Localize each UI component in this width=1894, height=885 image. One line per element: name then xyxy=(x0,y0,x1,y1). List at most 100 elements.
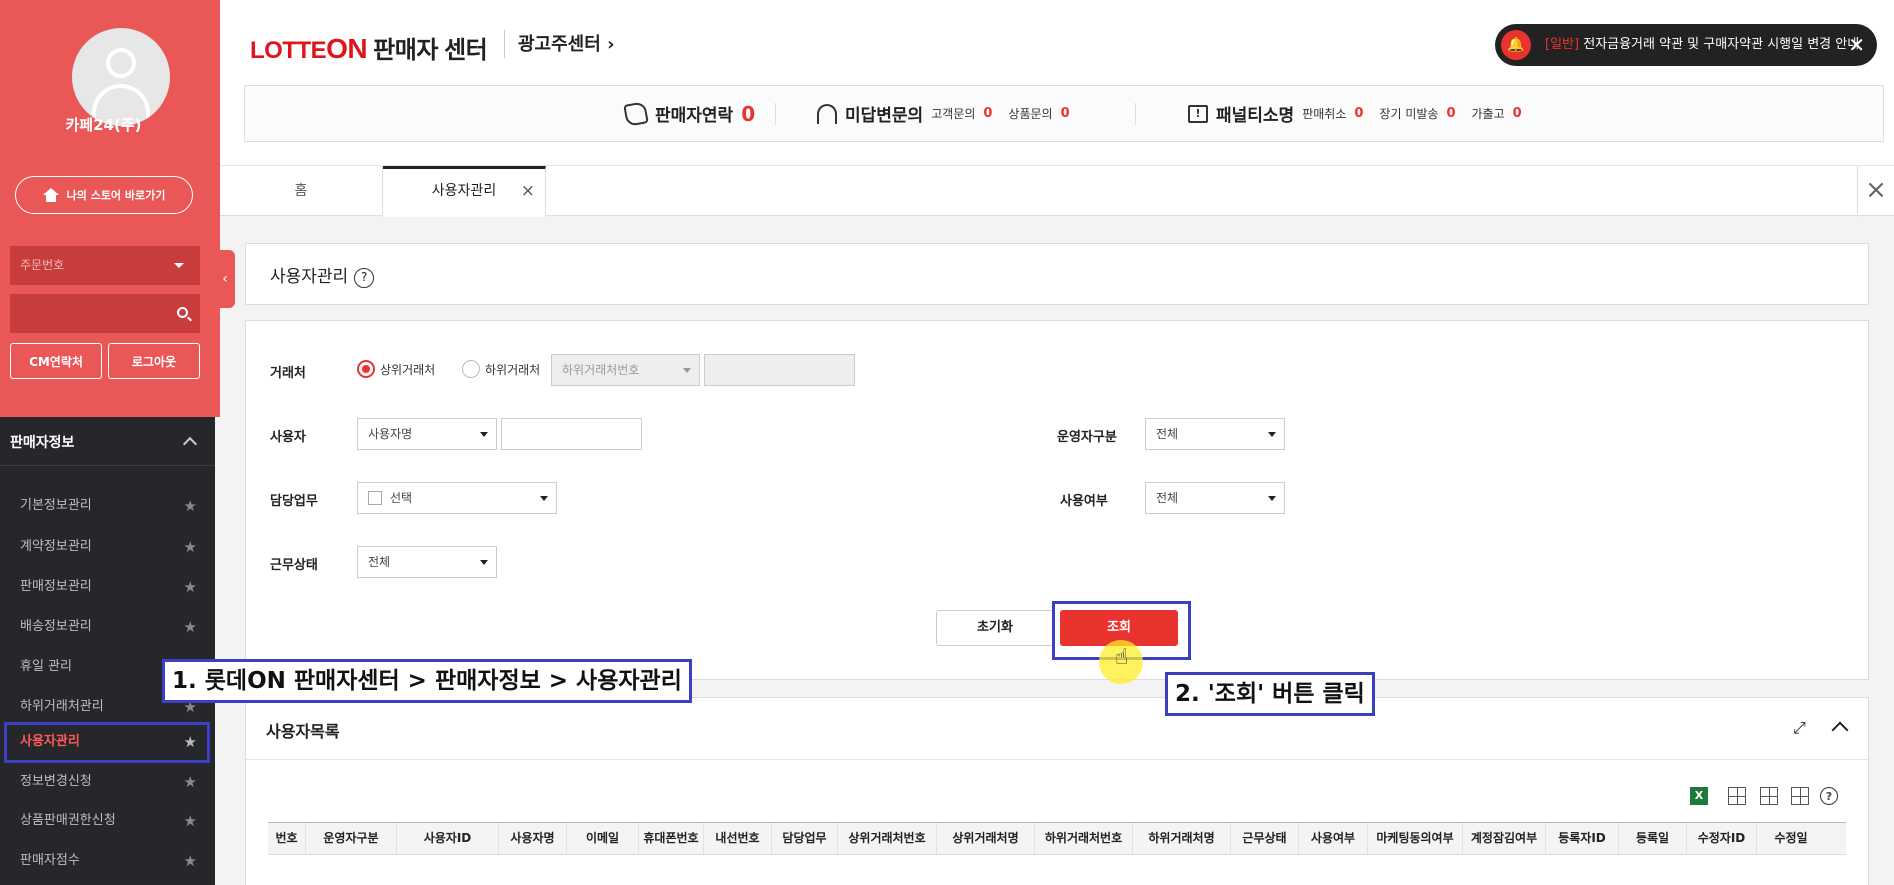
annotation-step1: 1. 롯데ON 판매자센터 > 판매자정보 > 사용자관리 xyxy=(162,659,692,703)
use-status-value: 전체 xyxy=(1156,491,1179,505)
cm-contact-button[interactable]: CM연락처 xyxy=(10,343,102,379)
sidebar-item-seller-score[interactable]: 판매자점수 ★ xyxy=(0,841,215,881)
user-search-type-value: 사용자명 xyxy=(368,427,413,441)
notice-banner[interactable]: 🔔 [일반] 전자금융거래 약관 및 구매자약관 시행일 변경 안내 ✕ xyxy=(1495,24,1877,66)
caret-down-icon xyxy=(683,368,691,373)
sidebar-item-label: 계약정보관리 xyxy=(20,539,92,554)
role-select[interactable]: 선택 xyxy=(357,482,557,514)
column-header[interactable]: 상위거래처명 xyxy=(937,823,1035,854)
annotation-highlight-menu xyxy=(4,722,210,763)
search-icon[interactable] xyxy=(177,307,188,318)
work-status-select[interactable]: 전체 xyxy=(357,546,497,578)
sale-cancel-label: 판매취소 xyxy=(1302,107,1347,121)
expand-icon[interactable]: ⤢ xyxy=(1793,718,1806,738)
tab-label: 사용자관리 xyxy=(431,183,497,199)
star-icon[interactable]: ★ xyxy=(184,486,197,526)
column-header[interactable]: 운영자구분 xyxy=(306,823,397,854)
column-header[interactable]: 등록일 xyxy=(1619,823,1687,854)
star-icon[interactable]: ★ xyxy=(184,607,197,647)
role-select-value: 선택 xyxy=(390,491,413,505)
lotte-on-logo[interactable]: LOTTEON 판매자 센터 xyxy=(250,30,488,65)
column-header[interactable]: 하위거래처번호 xyxy=(1035,823,1133,854)
sidebar-item-delivery-info[interactable]: 배송정보관리 ★ xyxy=(0,607,215,647)
bell-icon: 🔔 xyxy=(1501,30,1531,60)
radio-lower-partner[interactable]: 하위거래처 xyxy=(462,360,540,378)
column-header[interactable]: 번호 xyxy=(268,823,306,854)
column-header[interactable]: 사용자ID xyxy=(397,823,499,854)
lower-partner-placeholder: 하위거래처번호 xyxy=(562,363,640,377)
tab-user-management[interactable]: 사용자관리 × xyxy=(383,166,546,217)
radio-checked-icon xyxy=(357,360,375,378)
sidebar-collapse-button[interactable]: ‹ xyxy=(215,250,235,308)
sidebar-item-info-change[interactable]: 정보변경신청 ★ xyxy=(0,762,215,802)
seller-contact-label: 판매자연락 xyxy=(655,106,734,126)
sidebar-search-type-select[interactable]: 주문번호 xyxy=(10,246,200,285)
sidebar-item-contract-info[interactable]: 계약정보관리 ★ xyxy=(0,527,215,567)
long-unshipped-count: 0 xyxy=(1446,106,1456,121)
sale-cancel-count: 0 xyxy=(1354,106,1364,121)
sidebar-item-basic-info[interactable]: 기본정보관리 ★ xyxy=(0,486,215,526)
sidebar-item-label: 상품판매권한신청 xyxy=(20,813,116,828)
close-icon[interactable]: ✕ xyxy=(1848,24,1865,66)
help-icon[interactable]: ? xyxy=(354,268,375,288)
user-search-input[interactable] xyxy=(501,418,642,450)
ad-center-link[interactable]: 광고주센터 › xyxy=(518,30,614,56)
column-header[interactable]: 휴대폰번호 xyxy=(639,823,704,854)
menu-section-seller-info[interactable]: 판매자정보 xyxy=(0,420,215,466)
column-header[interactable]: 사용자명 xyxy=(499,823,567,854)
column-header[interactable]: 수정일 xyxy=(1757,823,1825,854)
radio-upper-partner[interactable]: 상위거래처 xyxy=(357,360,435,378)
star-icon[interactable]: ★ xyxy=(184,762,197,802)
sidebar-item-sales-info[interactable]: 판매정보관리 ★ xyxy=(0,567,215,607)
lower-partner-name-input[interactable] xyxy=(704,354,855,386)
my-store-button[interactable]: 나의 스토어 바로가기 xyxy=(15,176,193,214)
column-header[interactable]: 하위거래처명 xyxy=(1133,823,1231,854)
column-header[interactable]: 상위거래처번호 xyxy=(838,823,937,854)
star-icon[interactable]: ★ xyxy=(184,527,197,567)
column-header[interactable]: 내선번호 xyxy=(704,823,772,854)
column-header[interactable]: 근무상태 xyxy=(1231,823,1299,854)
sidebar-profile-area: 카페24(주) 나의 스토어 바로가기 주문번호 CM연락처 로그아웃 xyxy=(0,0,220,417)
star-icon[interactable]: ★ xyxy=(184,841,197,881)
grid-settings-icon[interactable] xyxy=(1791,787,1809,805)
excel-download-icon[interactable]: X xyxy=(1690,787,1708,805)
sidebar-item-label: 정보변경신청 xyxy=(20,774,92,789)
reset-button[interactable]: 초기화 xyxy=(936,610,1054,646)
logout-button[interactable]: 로그아웃 xyxy=(108,343,200,379)
work-status-value: 전체 xyxy=(368,555,391,569)
column-header[interactable]: 이메일 xyxy=(567,823,639,854)
user-search-type-select[interactable]: 사용자명 xyxy=(357,418,497,450)
column-header[interactable]: 마케팅동의여부 xyxy=(1368,823,1463,854)
column-lock-icon[interactable] xyxy=(1760,787,1778,805)
fake-shipment-count: 0 xyxy=(1512,106,1522,121)
tab-home[interactable]: 홈 xyxy=(220,166,383,217)
chevron-up-icon xyxy=(182,436,198,452)
radio-upper-label: 상위거래처 xyxy=(380,362,436,377)
sidebar-item-sales-permission[interactable]: 상품판매권한신청 ★ xyxy=(0,801,215,841)
column-header[interactable]: 계정잠김여부 xyxy=(1463,823,1546,854)
operator-type-select[interactable]: 전체 xyxy=(1145,418,1285,450)
unanswered-inquiry-stat[interactable]: 미답변문의 고객문의 0 상품문의 0 xyxy=(817,86,1078,141)
use-status-select[interactable]: 전체 xyxy=(1145,482,1285,514)
lower-partner-number-select[interactable]: 하위거래처번호 xyxy=(551,354,700,386)
column-header[interactable]: 담당업무 xyxy=(772,823,838,854)
penalty-stat[interactable]: ! 패널티소명 판매취소 0 장기 미발송 0 가출고 0 xyxy=(1188,86,1530,141)
star-icon[interactable]: ★ xyxy=(184,567,197,607)
column-header[interactable]: 수정자ID xyxy=(1687,823,1757,854)
help-icon[interactable]: ? xyxy=(1820,787,1838,805)
column-settings-icon[interactable] xyxy=(1728,787,1746,805)
annotation-step2: 2. '조회' 버튼 클릭 xyxy=(1165,672,1375,716)
column-header[interactable]: 사용여부 xyxy=(1299,823,1368,854)
caret-down-icon xyxy=(480,432,488,437)
column-header[interactable]: 등록자ID xyxy=(1546,823,1619,854)
close-tab-icon[interactable]: × xyxy=(521,169,535,213)
star-icon[interactable]: ★ xyxy=(184,801,197,841)
seller-contact-count: 0 xyxy=(741,101,756,126)
customer-inquiry-count: 0 xyxy=(983,106,993,121)
chevron-up-icon[interactable] xyxy=(1831,721,1849,739)
seller-contact-stat[interactable]: 판매자연락 0 xyxy=(623,86,756,141)
phone-icon xyxy=(623,100,649,127)
sidebar-search-input[interactable] xyxy=(10,294,200,333)
caret-down-icon xyxy=(480,560,488,565)
close-all-tabs-icon[interactable]: × xyxy=(1857,166,1894,217)
